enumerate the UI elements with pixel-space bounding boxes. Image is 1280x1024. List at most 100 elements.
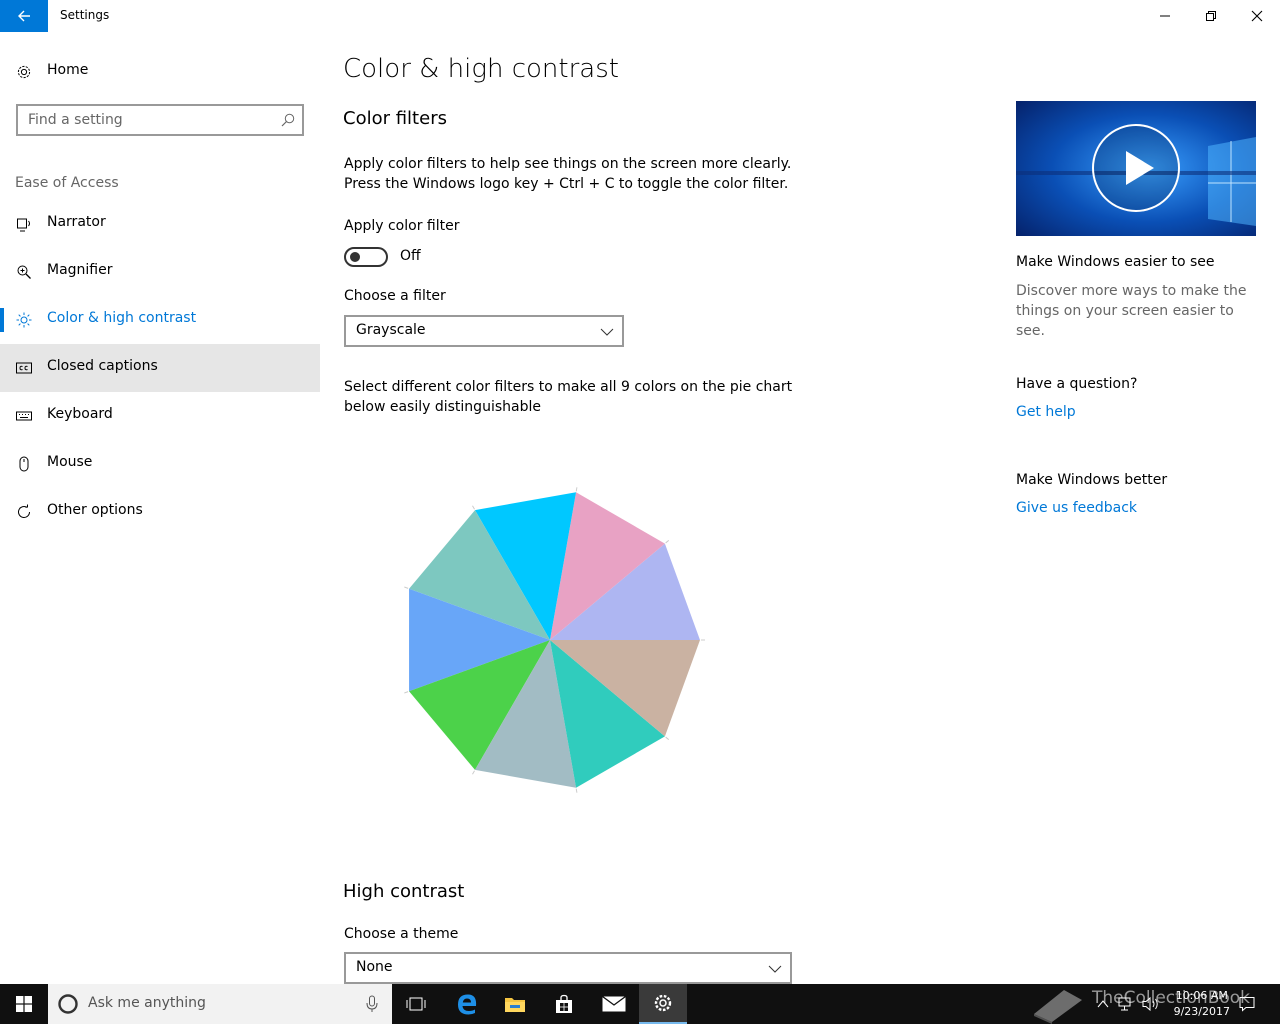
pie-tick [404, 586, 409, 589]
pie-chart-description: Select different color filters to make a… [344, 377, 792, 417]
gear-icon [17, 65, 31, 79]
window-title: Settings [60, 8, 110, 22]
settings-taskbar-button[interactable] [639, 984, 687, 1024]
nav-item-label: Closed captions [47, 358, 158, 374]
back-arrow-icon [18, 10, 30, 22]
system-clock[interactable]: 10:06 AM 9/23/2017 [1174, 988, 1230, 1020]
nav-item-label: Mouse [47, 454, 93, 470]
toggle-state-text: Off [400, 248, 421, 264]
cortana-icon [58, 994, 78, 1014]
description-line: Discover more ways to make the [1016, 283, 1247, 299]
color-filters-description: Apply color filters to help see things o… [344, 154, 791, 194]
question-heading: Have a question? [1016, 376, 1138, 392]
microphone-icon[interactable] [366, 995, 378, 1013]
nav-item-color-high-contrast[interactable]: Color & high contrast [0, 296, 320, 344]
pie-tick [472, 505, 475, 510]
minimize-icon [1160, 15, 1170, 17]
start-button[interactable] [0, 984, 48, 1024]
description-line: Select different color filters to make a… [344, 379, 793, 395]
action-center-icon[interactable] [1239, 996, 1255, 1012]
nav-item-label: Keyboard [47, 406, 113, 422]
video-description: Discover more ways to make the things on… [1016, 281, 1266, 341]
description-line: Press the Windows logo key + Ctrl + C to… [344, 176, 789, 192]
color-filters-heading: Color filters [343, 108, 447, 129]
page-title: Color & high contrast [343, 54, 619, 84]
chevron-down-icon [600, 328, 614, 336]
pie-tick [575, 487, 578, 492]
refresh-icon [18, 504, 30, 518]
show-hidden-icons-icon[interactable] [1097, 999, 1109, 1009]
close-button[interactable] [1234, 0, 1280, 32]
toggle-knob [350, 252, 360, 262]
nav-home-label: Home [47, 62, 89, 78]
theme-dropdown[interactable]: None [344, 952, 792, 984]
video-thumbnail[interactable] [1016, 101, 1256, 236]
nav-home[interactable]: Home [0, 56, 320, 88]
nav-item-label: Other options [47, 502, 143, 518]
nav-item-magnifier[interactable]: Magnifier [0, 248, 320, 296]
main-content: Color & high contrast Color filters Appl… [320, 32, 1280, 984]
task-view-icon [406, 997, 426, 1011]
folder-icon [505, 998, 525, 1012]
magnifier-icon [17, 265, 31, 279]
keyboard-icon [16, 411, 32, 421]
restore-button[interactable] [1188, 0, 1234, 32]
store-bag-icon [556, 994, 572, 1013]
pie-tick [665, 736, 670, 741]
cortana-search-text: Ask me anything [88, 995, 206, 1011]
task-view-button[interactable] [392, 984, 440, 1024]
minimize-button[interactable] [1142, 0, 1188, 32]
get-help-link[interactable]: Get help [1016, 404, 1076, 420]
edge-browser-icon [458, 994, 477, 1015]
search-icon[interactable] [280, 112, 296, 128]
back-button[interactable] [0, 0, 48, 32]
clock-time: 10:06 AM [1175, 989, 1228, 1002]
choose-filter-label: Choose a filter [344, 288, 446, 304]
volume-icon[interactable] [1142, 996, 1160, 1012]
nav-item-label: Color & high contrast [47, 310, 197, 326]
pie-tick [472, 770, 475, 775]
pie-tick [575, 788, 578, 793]
apply-filter-toggle[interactable] [344, 247, 388, 267]
mail-button[interactable] [590, 984, 638, 1024]
pie-tick [404, 691, 409, 694]
nav-section-header: Ease of Access [15, 175, 119, 191]
close-icon [1251, 10, 1263, 22]
apply-filter-label: Apply color filter [344, 218, 460, 234]
theme-dropdown-value: None [356, 959, 393, 975]
nav-item-other-options[interactable]: Other options [0, 488, 320, 536]
mouse-icon [19, 456, 29, 472]
video-title: Make Windows easier to see [1016, 254, 1215, 270]
brightness-icon [16, 312, 32, 328]
store-button[interactable] [540, 984, 588, 1024]
filter-dropdown[interactable]: Grayscale [344, 315, 624, 347]
title-bar: Settings [0, 0, 1280, 32]
restore-icon [1206, 11, 1216, 21]
nav-item-keyboard[interactable]: Keyboard [0, 392, 320, 440]
narrator-icon [17, 218, 30, 232]
description-line: Apply color filters to help see things o… [344, 156, 792, 172]
choose-theme-label: Choose a theme [344, 926, 459, 942]
windows-logo-icon [16, 996, 32, 1012]
nav-item-mouse[interactable]: Mouse [0, 440, 320, 488]
filter-dropdown-value: Grayscale [356, 322, 426, 338]
description-line: things on your screen easier to see. [1016, 303, 1234, 339]
mail-icon [602, 996, 626, 1012]
gear-icon [654, 994, 672, 1012]
color-pie-chart [404, 487, 705, 793]
nav-item-closed-captions[interactable]: Closed captions [0, 344, 320, 392]
network-icon[interactable] [1118, 996, 1134, 1012]
feedback-link[interactable]: Give us feedback [1016, 500, 1137, 516]
watermark-book-icon [1034, 990, 1082, 1024]
chevron-down-icon [768, 965, 782, 973]
high-contrast-heading: High contrast [343, 881, 465, 902]
search-input[interactable] [18, 107, 268, 133]
search-box [16, 104, 304, 136]
nav-item-narrator[interactable]: Narrator [0, 200, 320, 248]
pie-tick [665, 539, 670, 544]
file-explorer-button[interactable] [491, 984, 539, 1024]
edge-button[interactable] [443, 984, 491, 1024]
cortana-search-box[interactable]: Ask me anything [48, 984, 392, 1024]
description-line: below easily distinguishable [344, 399, 541, 415]
video-frame [1016, 101, 1256, 236]
